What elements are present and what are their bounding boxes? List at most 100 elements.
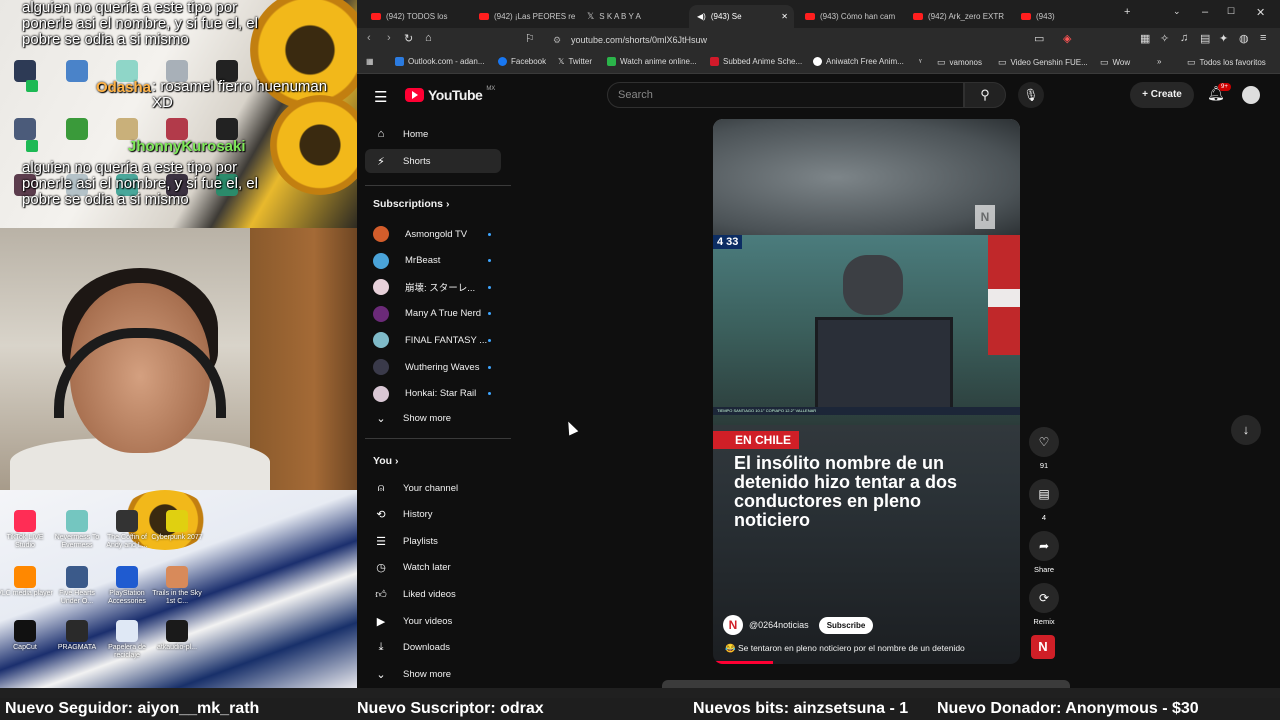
bookmark-all-favorites[interactable]: ▭ Todos los favoritos [1187, 57, 1266, 68]
subscribe-button[interactable]: Subscribe [818, 616, 874, 634]
vpn-icon[interactable]: ◍ [1239, 32, 1249, 45]
ai-icon[interactable]: ✦ [1219, 32, 1228, 45]
desktop-app-icon[interactable] [116, 118, 138, 140]
new-tab-icon[interactable]: + [1124, 6, 1130, 18]
menu-icon[interactable]: ≡ [1260, 32, 1266, 44]
sidebar-item-home[interactable]: ⌂ Home [365, 122, 501, 146]
cast-icon[interactable]: ▭ [1034, 32, 1044, 45]
bookmark-anime[interactable]: Watch anime online... [607, 57, 697, 66]
desktop-app-icon[interactable] [166, 620, 188, 642]
desktop-app-icon[interactable] [66, 566, 88, 588]
desktop-app-icon[interactable] [166, 566, 188, 588]
bookmark-twitter[interactable]: 𝕏 Twitter [558, 57, 592, 66]
subscription-item[interactable]: Honkai: Star Rail [365, 382, 501, 406]
account-avatar[interactable] [1242, 86, 1260, 104]
show-more-you[interactable]: ⌄ Show more [365, 662, 501, 686]
cyberpunk-icon[interactable] [166, 510, 188, 532]
desktop-app-icon[interactable] [14, 118, 36, 140]
desktop-app-icon[interactable] [66, 620, 88, 642]
channel-avatar[interactable]: N [723, 615, 743, 635]
you-header[interactable]: You › [373, 455, 398, 467]
tab-list-icon[interactable]: ⌄ [1173, 6, 1181, 17]
reload-icon[interactable]: ↻ [404, 32, 413, 45]
browser-tab[interactable]: 𝕏S K A B Y A [579, 5, 684, 28]
video-progress-bar[interactable] [713, 661, 773, 664]
bookmark-subbed[interactable]: Subbed Anime Sche... [710, 57, 802, 66]
video-caption[interactable]: 😂 Se tentaron en pleno noticiero por el … [725, 643, 965, 654]
browser-tab[interactable]: (942) ¡Las PEORES re [471, 5, 576, 28]
comments-button[interactable]: ▤ [1029, 479, 1059, 509]
desktop-app-icon[interactable] [66, 510, 88, 532]
hamburger-menu-icon[interactable]: ☰ [374, 88, 387, 106]
remix-button[interactable]: ⟳ [1029, 583, 1059, 613]
tiktok-live-icon[interactable] [14, 510, 36, 532]
share-button[interactable]: ➦ [1029, 531, 1059, 561]
bookmark-folder-wow[interactable]: ▭ Wow [1100, 57, 1130, 68]
browser-tab[interactable]: (943) Cómo han cam [797, 5, 902, 28]
subscriptions-header[interactable]: Subscriptions › [373, 198, 449, 210]
youtube-logo[interactable]: YouTube MX [405, 86, 495, 103]
home-icon[interactable]: ⌂ [425, 32, 432, 44]
desktop-app-icon[interactable] [14, 60, 36, 82]
capcut-icon[interactable] [14, 620, 36, 642]
playstation-icon[interactable] [116, 566, 138, 588]
sidebar-item-downloads[interactable]: ⤓ Downloads [365, 636, 501, 660]
desktop-app-icon[interactable] [216, 118, 238, 140]
minimize-icon[interactable]: – [1202, 6, 1208, 18]
bookmark-facebook[interactable]: Facebook [498, 57, 546, 66]
desktop-app-icon[interactable] [66, 60, 88, 82]
search-input[interactable]: Search [607, 82, 964, 108]
sidebar-icon[interactable]: ▤ [1200, 32, 1210, 45]
bookmark-outlook[interactable]: Outlook.com - adan... [395, 57, 484, 66]
bookmark-misc-icon[interactable]: ᵞ [919, 57, 922, 66]
extension-icon[interactable]: ▦ [1140, 32, 1150, 45]
search-button[interactable]: ⚲ [964, 82, 1006, 108]
bookmark-folder-vamonos[interactable]: ▭ vamonos [937, 57, 982, 68]
browser-tab[interactable]: (942) TODOS los [363, 5, 468, 28]
close-tab-icon[interactable]: ✕ [781, 12, 788, 21]
forward-icon[interactable]: › [387, 32, 391, 44]
url-field[interactable]: ⚙ youtube.com/shorts/0mlX6JtHsuw [549, 32, 1025, 49]
window-close-icon[interactable]: ✕ [1256, 6, 1265, 19]
sidebar-item-shorts[interactable]: ⚡︎ Shorts [365, 149, 501, 173]
show-more-subscriptions[interactable]: ⌄ Show more [365, 406, 501, 430]
brave-shield-icon[interactable]: ◈ [1063, 32, 1071, 45]
voice-search-button[interactable]: 🎙︎ [1018, 82, 1044, 108]
subscription-item[interactable]: MrBeast [365, 249, 501, 273]
shorts-video-player[interactable]: N 4 33 TIEMPO SANTIAGO 10.1° COPIAPO 12.… [713, 119, 1020, 664]
subscription-item[interactable]: Asmongold TV [365, 222, 501, 246]
sidebar-item-liked-videos[interactable]: 👍︎ Liked videos [365, 582, 501, 606]
bookmark-aniwatch[interactable]: Aniwatch Free Anim... [813, 57, 904, 66]
sidebar-item-playlists[interactable]: ☰ Playlists [365, 529, 501, 553]
puzzle-icon[interactable]: ✧ [1160, 32, 1169, 45]
more-bookmarks-icon[interactable]: » [1157, 57, 1161, 66]
browser-tab[interactable]: (942) Ark_zero EXTR [905, 5, 1010, 28]
desktop-app-icon[interactable] [166, 118, 188, 140]
music-icon[interactable]: ♫ [1180, 32, 1188, 44]
subscription-item[interactable]: Wuthering Waves [365, 355, 501, 379]
next-short-button[interactable]: ↓ [1231, 415, 1261, 445]
subscription-item[interactable]: FINAL FANTASY ... [365, 328, 501, 352]
browser-tab-active[interactable]: ◀) (943) Se ✕ [689, 5, 794, 28]
recycle-bin-icon[interactable] [116, 620, 138, 642]
site-info-icon[interactable]: ⚙ [553, 32, 561, 49]
audio-channel-icon[interactable]: N [1031, 635, 1055, 659]
create-button[interactable]: + Create [1130, 82, 1194, 108]
subscription-item[interactable]: Many A True Nerd [365, 302, 501, 326]
maximize-icon[interactable]: ☐ [1227, 6, 1235, 17]
like-button[interactable]: ♡ [1029, 427, 1059, 457]
back-icon[interactable]: ‹ [367, 32, 371, 44]
desktop-app-icon[interactable] [66, 118, 88, 140]
subscription-item[interactable]: 崩壊: スターレ... [365, 275, 501, 299]
desktop-app-icon[interactable] [116, 510, 138, 532]
channel-handle[interactable]: @0264noticias [749, 620, 809, 630]
apps-icon[interactable]: ▦ [366, 57, 374, 66]
sidebar-item-history[interactable]: ⟲ History [365, 503, 501, 527]
sidebar-item-your-videos[interactable]: ▶ Your videos [365, 609, 501, 633]
sidebar-item-watch-later[interactable]: ◷ Watch later [365, 556, 501, 580]
bookmark-icon[interactable]: ⚐ [525, 32, 535, 45]
bookmark-folder-genshin[interactable]: ▭ Video Genshin FUE... [998, 57, 1088, 68]
sidebar-item-your-channel[interactable]: ⍝ Your channel [365, 476, 501, 500]
vlc-icon[interactable] [14, 566, 36, 588]
browser-tab[interactable]: (943) [1013, 5, 1103, 28]
